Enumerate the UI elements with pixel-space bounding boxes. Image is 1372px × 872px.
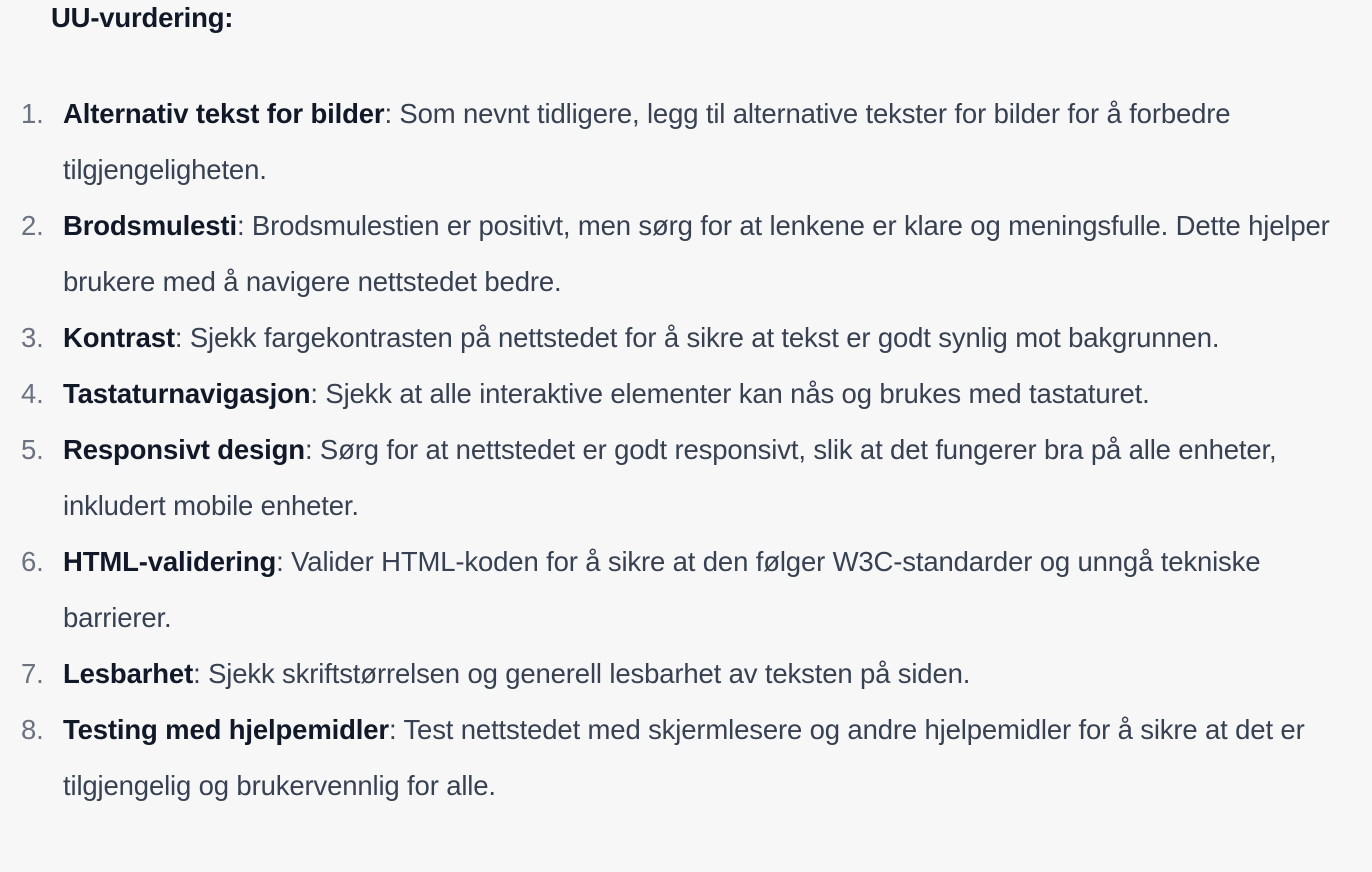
list-item-term: Responsivt design xyxy=(63,434,305,465)
recommendation-list: 1. Alternativ tekst for bilder: Som nevnt… xyxy=(0,86,1372,814)
list-item-number: 5. xyxy=(21,434,44,465)
list-item: 2. Brodsmulesti: Brodsmulestien er positi… xyxy=(0,198,1372,310)
list-item: 1. Alternativ tekst for bilder: Som nevnt… xyxy=(0,86,1372,198)
list-item-number: 2. xyxy=(21,210,44,241)
list-item-term: Lesbarhet xyxy=(63,658,194,689)
list-item: 6. HTML-validering: Valider HTML-koden fo… xyxy=(0,534,1372,646)
list-item: 7. Lesbarhet: Sjekk skriftstørrelsen og g… xyxy=(0,646,1372,702)
list-item-text: : Sjekk at alle interaktive elementer ka… xyxy=(310,378,1150,409)
list-item-term: Brodsmulesti xyxy=(63,210,237,241)
list-item-term: Testing med hjelpemidler xyxy=(63,714,389,745)
list-item-number: 8. xyxy=(21,714,44,745)
list-item-number: 4. xyxy=(21,378,44,409)
list-item-term: HTML-validering xyxy=(63,546,277,577)
list-item-number: 6. xyxy=(21,546,44,577)
list-item: 8. Testing med hjelpemidler: Test nettste… xyxy=(0,702,1372,814)
section-heading: UU-vurdering: xyxy=(51,2,234,33)
list-item-text: : Sjekk fargekontrasten på nettstedet fo… xyxy=(174,322,1220,353)
list-item-number: 1. xyxy=(21,98,44,129)
list-item-text: : Sjekk skriftstørrelsen og generell les… xyxy=(193,658,971,689)
list-item: 5. Responsivt design: Sørg for at nettste… xyxy=(0,422,1372,534)
list-item-number: 7. xyxy=(21,658,44,689)
list-item-term: Kontrast xyxy=(63,322,175,353)
list-item-text: : Brodsmulestien er positivt, men sørg f… xyxy=(63,210,1330,297)
chat-message-content: UU-vurdering: 1. Alternativ tekst for bil… xyxy=(0,0,1372,872)
list-item-term: Alternativ tekst for bilder xyxy=(63,98,385,129)
list-item-number: 3. xyxy=(21,322,44,353)
list-item: 4. Tastaturnavigasjon: Sjekk at alle inte… xyxy=(0,366,1372,422)
list-item-term: Tastaturnavigasjon xyxy=(63,378,311,409)
list-item: 3. Kontrast: Sjekk fargekontrasten på net… xyxy=(0,310,1372,366)
